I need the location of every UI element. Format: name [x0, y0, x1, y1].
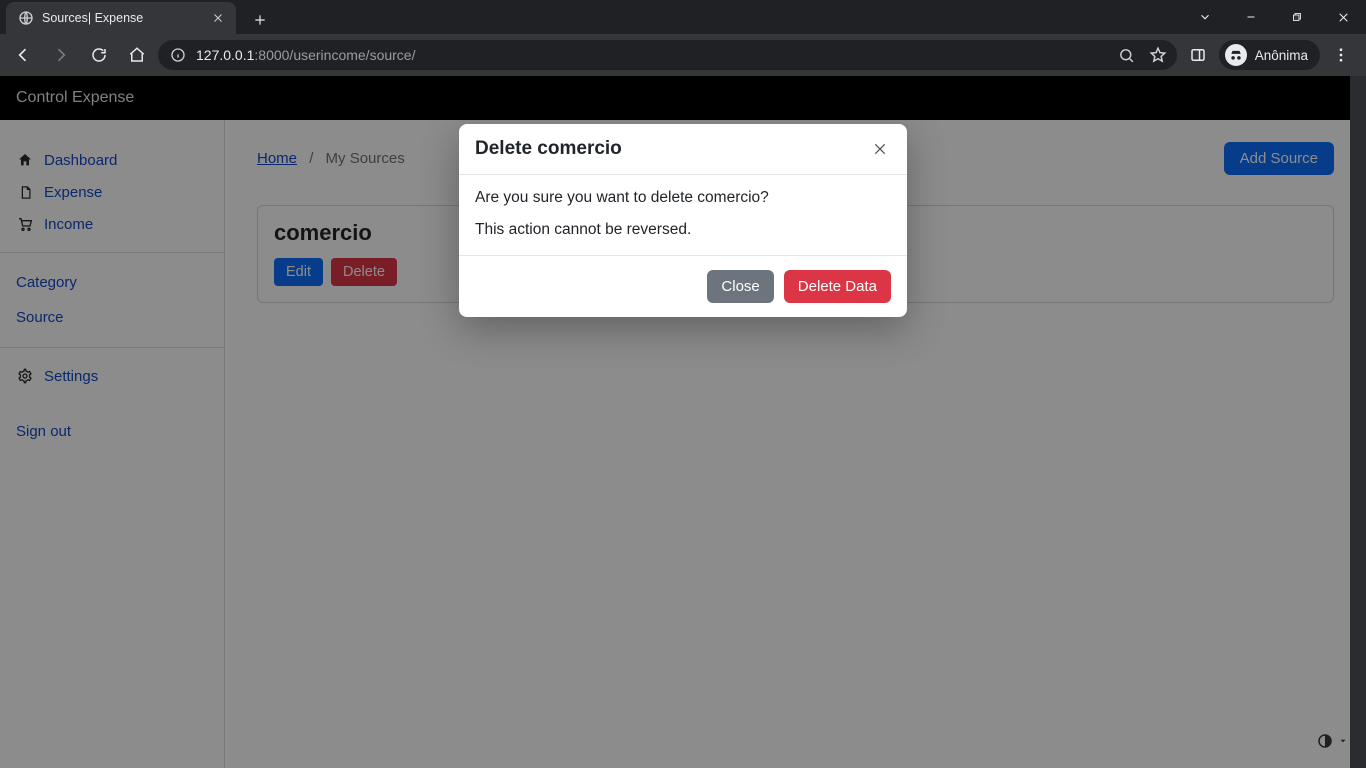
- address-bar[interactable]: 127.0.0.1:8000/userincome/source/: [158, 40, 1177, 70]
- close-icon[interactable]: [210, 10, 226, 26]
- maximize-button[interactable]: [1274, 0, 1320, 34]
- forward-button[interactable]: [44, 38, 78, 72]
- reload-button[interactable]: [82, 38, 116, 72]
- minimize-button[interactable]: [1228, 0, 1274, 34]
- modal-text-1: Are you sure you want to delete comercio…: [475, 189, 891, 207]
- modal-confirm-delete[interactable]: Delete Data: [784, 270, 891, 303]
- modal-overlay[interactable]: Delete comercio Are you sure you want to…: [0, 76, 1366, 768]
- modal-text-2: This action cannot be reversed.: [475, 221, 891, 239]
- browser-toolbar: 127.0.0.1:8000/userincome/source/ Anônim…: [0, 34, 1366, 76]
- browser-tab[interactable]: Sources| Expense: [6, 2, 236, 34]
- vertical-scrollbar[interactable]: [1350, 76, 1366, 768]
- browser-home-button[interactable]: [120, 38, 154, 72]
- globe-icon: [18, 10, 34, 26]
- site-info-icon[interactable]: [170, 47, 186, 63]
- tab-strip: Sources| Expense: [0, 0, 1366, 34]
- modal-close-action[interactable]: Close: [707, 270, 773, 303]
- chrome-menu-button[interactable]: [1324, 38, 1358, 72]
- tab-title: Sources| Expense: [42, 11, 202, 25]
- modal-close-button[interactable]: [869, 138, 891, 160]
- bookmark-icon[interactable]: [1149, 46, 1167, 64]
- incognito-icon: [1225, 44, 1247, 66]
- back-button[interactable]: [6, 38, 40, 72]
- delete-modal: Delete comercio Are you sure you want to…: [459, 124, 907, 317]
- app-viewport: Control Expense Dashboard Expense: [0, 76, 1366, 768]
- window-controls: [1182, 0, 1366, 34]
- url-text: 127.0.0.1:8000/userincome/source/: [196, 47, 415, 63]
- tab-search-button[interactable]: [1182, 0, 1228, 34]
- modal-header: Delete comercio: [459, 124, 907, 175]
- close-icon: [872, 141, 888, 157]
- modal-title: Delete comercio: [475, 138, 622, 160]
- side-panel-button[interactable]: [1181, 38, 1215, 72]
- modal-body: Are you sure you want to delete comercio…: [459, 175, 907, 255]
- browser-chrome: Sources| Expense: [0, 0, 1366, 76]
- profile-label: Anônima: [1255, 48, 1308, 63]
- window-close-button[interactable]: [1320, 0, 1366, 34]
- zoom-icon[interactable]: [1118, 47, 1135, 64]
- new-tab-button[interactable]: [246, 6, 274, 34]
- profile-button[interactable]: Anônima: [1219, 40, 1320, 70]
- modal-footer: Close Delete Data: [459, 255, 907, 317]
